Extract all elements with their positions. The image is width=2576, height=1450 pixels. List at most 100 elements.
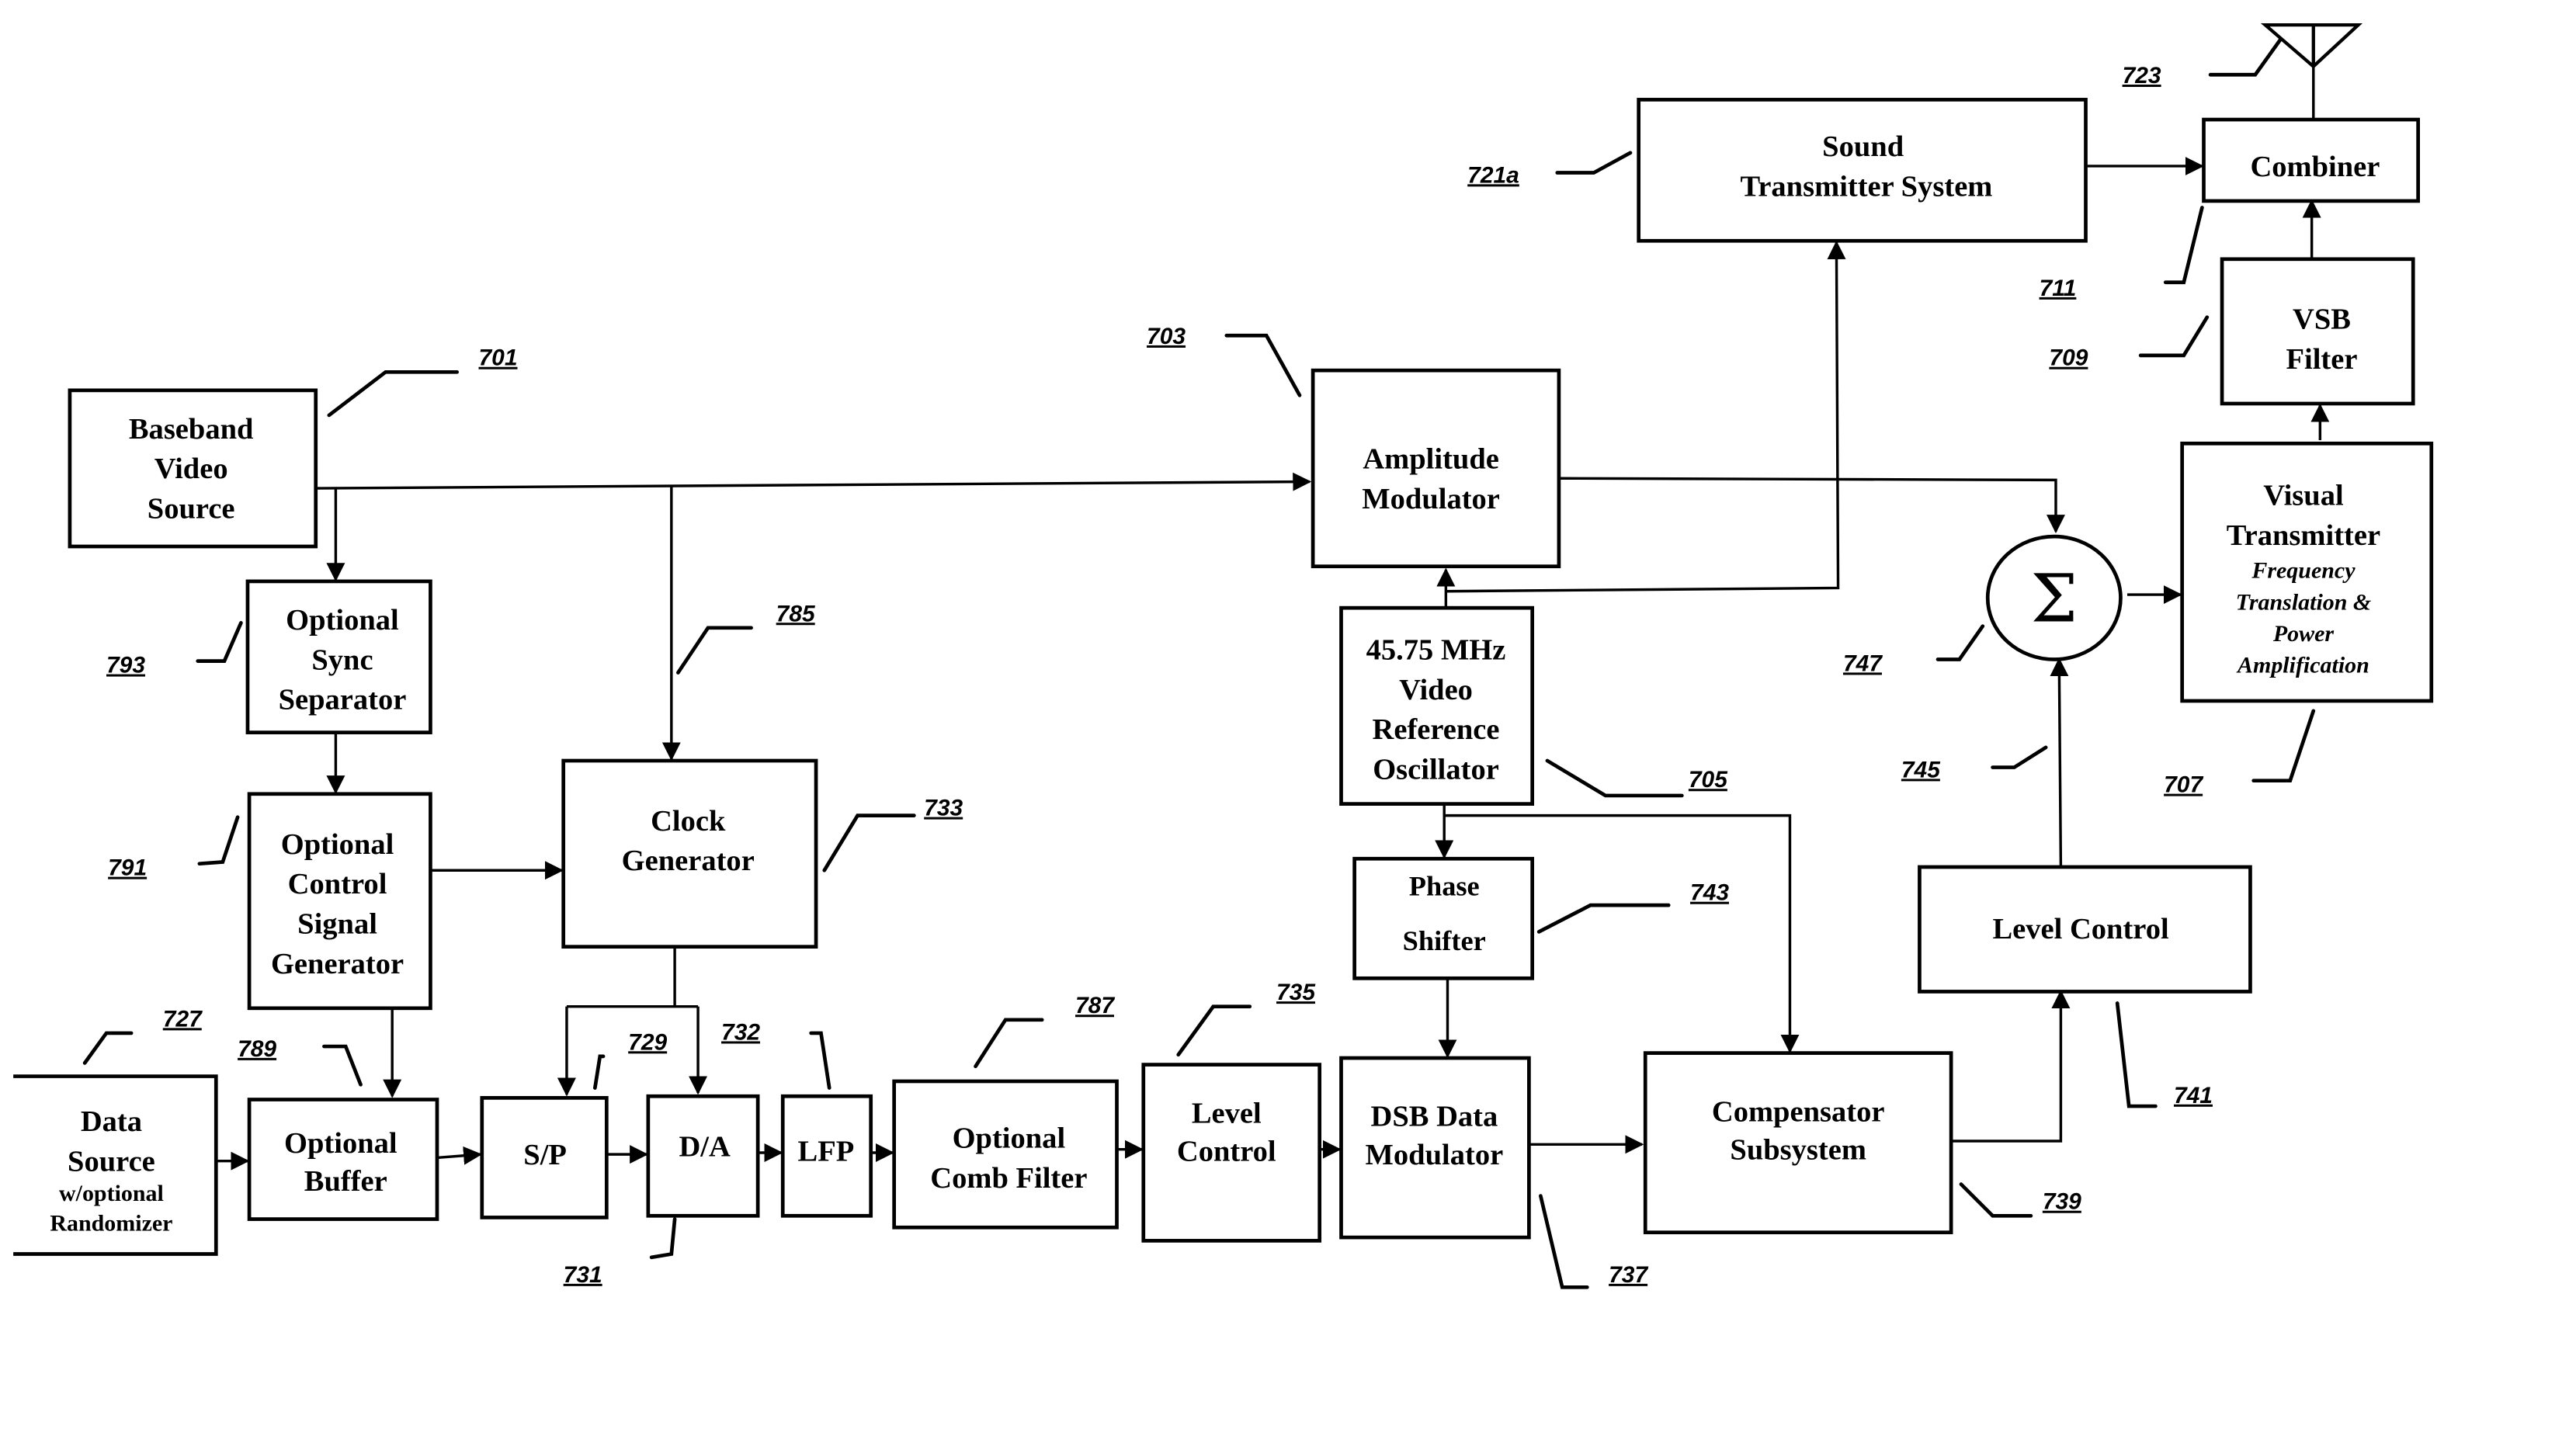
- block-vsb-filter: VSB Filter: [2220, 257, 2415, 406]
- block-label-line: Buffer: [304, 1165, 387, 1198]
- block-visual-transmitter: Visual Transmitter Frequency Translation…: [2180, 441, 2434, 703]
- block-compensator-subsystem: Compensator Subsystem: [1643, 1051, 1953, 1235]
- ref-numeral: 733: [924, 796, 963, 821]
- block-label-line: Compensator: [1712, 1095, 1885, 1128]
- block-label-line: Modulator: [1366, 1139, 1504, 1171]
- block-label-line: Shifter: [1403, 925, 1486, 956]
- block-label-line: Level Control: [1992, 913, 2168, 945]
- block-label-line: Filter: [2286, 343, 2357, 376]
- ref-numeral: 745: [1901, 757, 1941, 782]
- antenna-icon: [2260, 23, 2363, 69]
- wire-comp-to-level741: [1951, 990, 2071, 1143]
- block-label-line: Reference: [1373, 713, 1500, 746]
- ref-numeral: 737: [1609, 1262, 1648, 1288]
- block-sublabel-line: Amplification: [2236, 653, 2369, 678]
- block-label-line: Transmitter System: [1740, 170, 1992, 203]
- ref-numeral: 703: [1147, 324, 1186, 349]
- block-video-reference-oscillator: 45.75 MHz Video Reference Oscillator: [1339, 605, 1535, 806]
- block-label-line: Generator: [271, 948, 404, 980]
- sigma-icon: Σ: [2031, 560, 2078, 637]
- block-label-line: Visual: [2263, 479, 2344, 512]
- block-sp: S/P: [480, 1096, 609, 1219]
- ref-numeral: 711: [2040, 276, 2077, 301]
- ref-numeral: 705: [1689, 767, 1728, 793]
- block-level-control-735: Level Control: [1141, 1063, 1322, 1243]
- ref-numeral: 731: [564, 1262, 602, 1288]
- block-label-line: Optional: [953, 1122, 1066, 1155]
- ref-numeral: 723: [2123, 63, 2161, 88]
- ref-numeral: 791: [108, 855, 147, 881]
- block-label-line: Subsystem: [1730, 1134, 1866, 1167]
- ref-numeral: 735: [1276, 980, 1316, 1005]
- block-level-control-741: Level Control: [1918, 865, 2252, 994]
- block-label-line: Comb Filter: [930, 1162, 1087, 1195]
- block-label-line: Video: [154, 453, 228, 485]
- wire-am-to-summer: [1561, 477, 2065, 534]
- block-label-line: Combiner: [2250, 151, 2380, 183]
- ref-numeral: 721a: [1467, 162, 1519, 188]
- ref-numeral: 701: [479, 345, 518, 371]
- block-label-line: Control: [1177, 1136, 1276, 1168]
- block-label-line: Oscillator: [1373, 754, 1499, 786]
- block-label-line: D/A: [679, 1130, 731, 1163]
- block-dsb-data-modulator: DSB Data Modulator: [1339, 1056, 1531, 1240]
- antenna: [2260, 23, 2363, 69]
- block-amplitude-modulator: Amplitude Modulator: [1311, 368, 1561, 569]
- block-sublabel-line: Translation &: [2236, 589, 2372, 615]
- block-label-line: Generator: [622, 845, 755, 877]
- block-phase-shifter: Phase Shifter: [1352, 856, 1535, 980]
- block-label-line: Baseband: [129, 413, 254, 446]
- ref-numeral: 709: [2049, 345, 2088, 371]
- block-label-line: Modulator: [1362, 483, 1500, 515]
- block-label-line: DSB Data: [1371, 1101, 1498, 1133]
- block-label-line: Optional: [284, 1127, 398, 1160]
- block-label-line: Source: [68, 1146, 155, 1178]
- block-label-line: Separator: [279, 684, 407, 716]
- block-lfp: LFP: [780, 1094, 873, 1218]
- block-label-line: Transmitter: [2227, 519, 2380, 552]
- block-label-line: Phase: [1409, 870, 1480, 901]
- block-label-line: Sound: [1822, 130, 1904, 163]
- block-label-line: LFP: [798, 1136, 855, 1168]
- ref-numeral: 785: [776, 601, 816, 626]
- block-label-line: Control: [288, 868, 387, 900]
- block-sound-transmitter-system: Sound Transmitter System: [1637, 98, 2088, 243]
- ref-numeral: 793: [106, 653, 145, 678]
- block-sublabel-line: Power: [2272, 621, 2335, 647]
- block-label-line: VSB: [2293, 304, 2351, 336]
- ref-numeral: 747: [1843, 650, 1883, 676]
- block-label-line: S/P: [523, 1139, 567, 1171]
- block-label-line: Optional: [281, 828, 394, 861]
- block-label-line: Clock: [651, 805, 726, 838]
- block-optional-sync-separator: Optional Sync Separator: [245, 579, 432, 734]
- block-label-line: Video: [1399, 674, 1473, 706]
- block-label-line: 45.75 MHz: [1366, 633, 1506, 666]
- block-label-line: Amplitude: [1363, 442, 1499, 475]
- ref-numeral: 789: [238, 1036, 276, 1062]
- wire-level741-to-summer: [2050, 657, 2069, 867]
- block-baseband-video-source: Baseband Video Source: [68, 388, 318, 549]
- block-label-line: Sync: [311, 643, 373, 676]
- block-label-line: Level: [1192, 1097, 1262, 1129]
- block-combiner: Combiner: [2202, 117, 2420, 203]
- block-da: D/A: [646, 1094, 760, 1218]
- block-label-line: Data: [81, 1105, 142, 1138]
- ref-numeral: 732: [721, 1019, 760, 1045]
- ref-numeral: 743: [1690, 880, 1729, 906]
- ref-numeral: 727: [163, 1006, 203, 1032]
- ref-numeral: 729: [628, 1029, 667, 1055]
- block-clock-generator: Clock Generator: [561, 758, 818, 949]
- block-optional-buffer: Optional Buffer: [247, 1098, 439, 1221]
- block-data-source: Data Source w/optional Randomizer: [13, 1074, 218, 1256]
- block-optional-control-signal-generator: Optional Control Signal Generator: [247, 792, 432, 1011]
- block-sublabel-line: Randomizer: [50, 1211, 172, 1237]
- summer: Σ: [1985, 534, 2123, 661]
- wire-buffer-to-sp: [436, 1146, 483, 1165]
- block-sublabel-line: Frequency: [2251, 558, 2356, 584]
- wire-baseband-to-am: [315, 472, 1312, 491]
- block-label-line: Source: [148, 493, 235, 526]
- block-label-line: Signal: [297, 908, 377, 941]
- block-sublabel-line: w/optional: [59, 1181, 164, 1206]
- block-optional-comb-filter: Optional Comb Filter: [892, 1079, 1119, 1230]
- ref-numeral: 787: [1075, 993, 1115, 1018]
